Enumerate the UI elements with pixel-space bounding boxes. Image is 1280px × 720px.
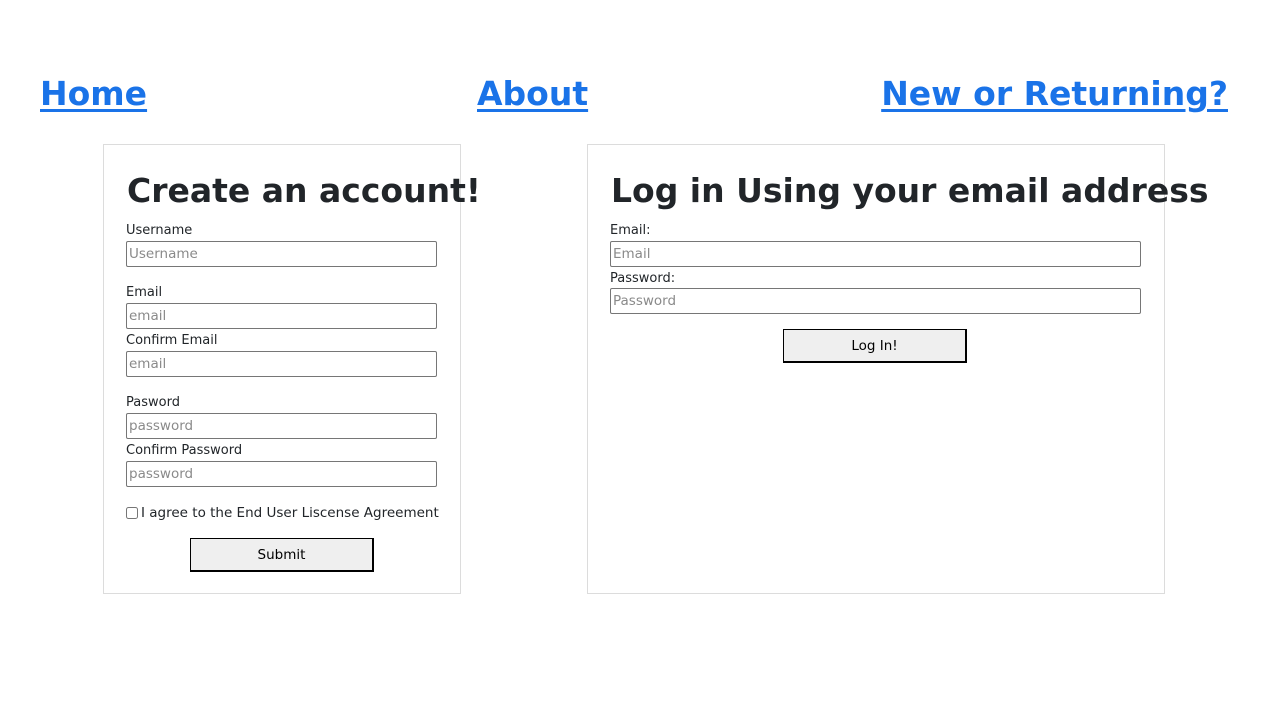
agree-row: I agree to the End User Liscense Agreeme… <box>126 505 439 521</box>
username-input[interactable] <box>126 241 437 267</box>
login-password-input[interactable] <box>610 288 1141 314</box>
nav-home-link[interactable]: Home <box>40 74 147 114</box>
username-label: Username <box>126 223 193 238</box>
agree-checkbox[interactable] <box>126 507 138 519</box>
nav-about-link[interactable]: About <box>477 74 588 114</box>
email-input[interactable] <box>126 303 437 329</box>
signup-title: Create an account! <box>127 171 481 210</box>
login-password-label: Password: <box>610 271 676 286</box>
login-email-input[interactable] <box>610 241 1141 267</box>
email-label: Email <box>126 285 163 300</box>
login-title: Log in Using your email address <box>611 171 1209 210</box>
login-card: Log in Using your email address Email: P… <box>587 144 1209 594</box>
nav-new-or-returning-link[interactable]: New or Returning? <box>881 74 1228 114</box>
login-email-label: Email: <box>610 223 651 238</box>
password-label: Pasword <box>126 395 180 410</box>
page: Home About New or Returning? Create an a… <box>0 0 1280 720</box>
confirm-email-input[interactable] <box>126 351 437 377</box>
agree-label: I agree to the End User Liscense Agreeme… <box>141 505 439 521</box>
signup-card: Create an account! Username Email Confir… <box>103 144 481 594</box>
submit-button[interactable]: Submit <box>190 538 374 572</box>
confirm-password-label: Confirm Password <box>126 443 243 458</box>
confirm-password-input[interactable] <box>126 461 437 487</box>
confirm-email-label: Confirm Email <box>126 333 218 348</box>
password-input[interactable] <box>126 413 437 439</box>
login-button[interactable]: Log In! <box>783 329 967 363</box>
